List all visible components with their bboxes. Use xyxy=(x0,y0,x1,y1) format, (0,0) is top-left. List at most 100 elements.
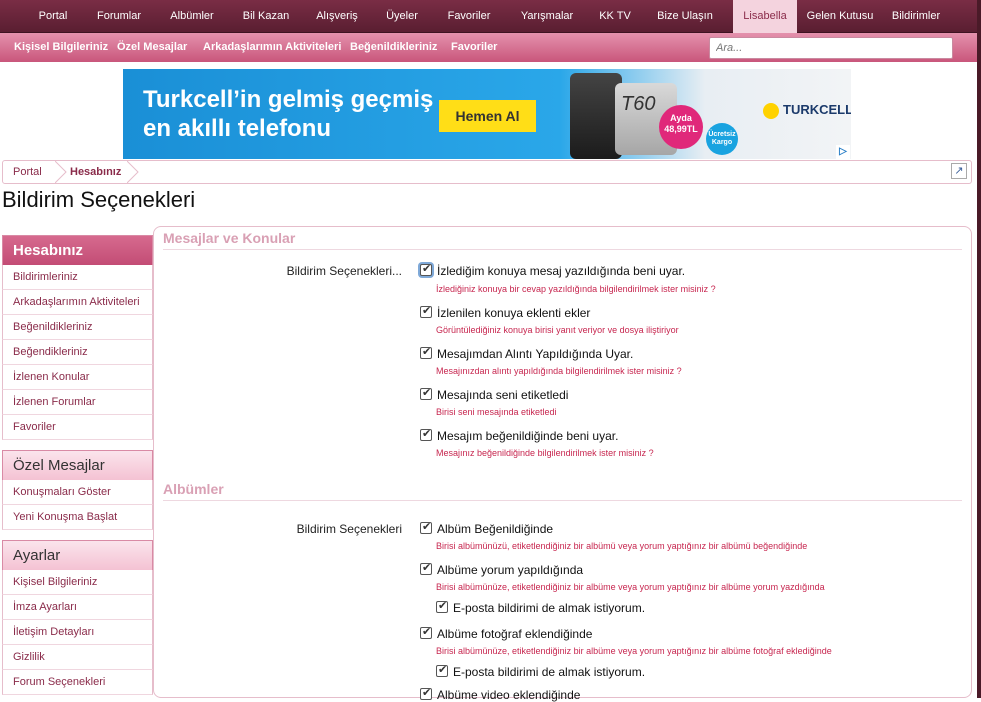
sidebar-item-izlenen-konular[interactable]: İzlenen Konular xyxy=(2,365,153,390)
checkbox[interactable] xyxy=(420,520,432,534)
turkcell-logo-icon xyxy=(763,103,779,119)
sidebar-item-gizlilik[interactable]: Gizlilik xyxy=(2,645,153,670)
breadcrumb-portal[interactable]: Portal xyxy=(13,161,42,183)
ad-model-name: T60 xyxy=(621,93,656,115)
ad-price-line-1: Ayda xyxy=(670,113,692,123)
nav-item-portal[interactable]: Portal xyxy=(27,0,79,33)
option-eposta-yorum[interactable]: E-posta bildirimi de almak istiyorum. xyxy=(436,599,645,615)
option-album-video[interactable]: Albüme video eklendiğinde xyxy=(420,686,581,702)
page-title: Bildirim Seçenekleri xyxy=(2,187,196,212)
option-hint: Birisi albümünüze, etiketlendiğiniz bir … xyxy=(436,646,832,656)
ad-headline-line-1: Turkcell’in gelmiş geçmiş xyxy=(143,86,434,113)
checkbox[interactable] xyxy=(436,599,448,613)
nav-item-kk-tv[interactable]: KK TV xyxy=(591,0,639,33)
section-title-mesajlar: Mesajlar ve Konular xyxy=(163,230,296,246)
ad-buy-button[interactable]: Hemen Al xyxy=(439,100,536,132)
checkbox[interactable] xyxy=(420,262,432,276)
ad-price-line-2: 48,99TL xyxy=(664,124,698,134)
ad-brand-name: TURKCELL xyxy=(783,102,851,117)
option-album-yorum[interactable]: Albüme yorum yapıldığında xyxy=(420,561,583,577)
sidebar-heading-ozel-mesajlar: Özel Mesajlar xyxy=(2,450,153,480)
option-label: İzlediğim konuya mesaj yazıldığında beni… xyxy=(437,264,686,278)
subnav-item-favoriler[interactable]: Favoriler xyxy=(451,33,497,62)
option-hint: Mesajınız beğenildiğinde bilgilendirilme… xyxy=(436,448,654,458)
page: Portal Forumlar Albümler Bil Kazan Alışv… xyxy=(0,0,977,702)
option-alinti[interactable]: Mesajımdan Alıntı Yapıldığında Uyar. xyxy=(420,345,633,361)
option-eposta-fotograf[interactable]: E-posta bildirimi de almak istiyorum. xyxy=(436,663,646,679)
ad-banner[interactable]: Turkcell’in gelmiş geçmiş en akıllı tele… xyxy=(123,69,851,159)
checkbox[interactable] xyxy=(436,663,448,677)
checkbox[interactable] xyxy=(420,427,432,441)
sidebar-item-iletisim-detaylari[interactable]: İletişim Detayları xyxy=(2,620,153,645)
option-hint: Mesajınızdan alıntı yapıldığında bilgile… xyxy=(436,366,682,376)
nav-item-forumlar[interactable]: Forumlar xyxy=(89,0,149,33)
popout-icon[interactable]: ↗ xyxy=(951,163,967,179)
ad-price-badge: Ayda 48,99TL xyxy=(659,105,703,149)
breadcrumb-hesabiniz[interactable]: Hesabınız xyxy=(70,161,121,183)
subnav-item-begenildikleriniz[interactable]: Beğenildikleriniz xyxy=(350,33,437,62)
preferences-form: Mesajlar ve Konular Bildirim Seçenekleri… xyxy=(153,226,972,702)
section-divider xyxy=(163,500,962,501)
nav-item-gelen-kutusu[interactable]: Gelen Kutusu xyxy=(803,0,877,33)
checkbox[interactable] xyxy=(420,345,432,359)
option-label: Mesajım beğenildiğinde beni uyar. xyxy=(437,429,619,443)
sidebar-item-imza-ayarlari[interactable]: İmza Ayarları xyxy=(2,595,153,620)
nav-item-yarismalar[interactable]: Yarışmalar xyxy=(509,0,585,33)
nav-item-favoriler[interactable]: Favoriler xyxy=(439,0,499,33)
option-label: E-posta bildirimi de almak istiyorum. xyxy=(453,665,646,679)
checkbox[interactable] xyxy=(420,386,432,400)
option-hint: İzlediğiniz konuya bir cevap yazıldığınd… xyxy=(436,284,716,294)
nav-item-alisveris[interactable]: Alışveriş xyxy=(307,0,367,33)
top-navigation: Portal Forumlar Albümler Bil Kazan Alışv… xyxy=(0,0,977,33)
subnav-item-arkadas-aktiviteleri[interactable]: Arkadaşlarımın Aktiviteleri xyxy=(203,33,341,62)
search-input[interactable] xyxy=(709,37,953,59)
nav-item-bildirimler[interactable]: Bildirimler xyxy=(885,0,947,33)
checkbox[interactable] xyxy=(420,561,432,575)
checkbox[interactable] xyxy=(420,625,432,639)
option-izledigim-konu[interactable]: İzlediğim konuya mesaj yazıldığında beni… xyxy=(420,262,686,278)
sidebar-item-konusmalari-goster[interactable]: Konuşmaları Göster xyxy=(2,480,153,505)
sidebar-item-bildirimleriniz[interactable]: Bildirimleriniz xyxy=(2,265,153,290)
option-label: Albüm Beğenildiğinde xyxy=(437,522,554,536)
option-album-begeni[interactable]: Albüm Beğenildiğinde xyxy=(420,520,554,536)
option-label: Albüme fotoğraf eklendiğinde xyxy=(437,627,593,641)
option-label: Mesajında seni etiketledi xyxy=(437,388,569,402)
row-label-mesajlar: Bildirim Seçenekleri... xyxy=(286,264,402,278)
subnav-item-kisisel-bilgiler[interactable]: Kişisel Bilgileriniz xyxy=(14,33,108,62)
nav-item-albumler[interactable]: Albümler xyxy=(161,0,223,33)
option-label: Albüme video eklendiğinde xyxy=(437,688,581,702)
sidebar-item-kisisel-bilgiler[interactable]: Kişisel Bilgileriniz xyxy=(2,570,153,595)
sidebar-heading-ayarlar: Ayarlar xyxy=(2,540,153,570)
ad-cargo-badge: Ücretsiz Kargo xyxy=(706,123,738,155)
option-begeni[interactable]: Mesajım beğenildiğinde beni uyar. xyxy=(420,427,619,443)
subnav-item-ozel-mesajlar[interactable]: Özel Mesajlar xyxy=(117,33,187,62)
section-title-albumler: Albümler xyxy=(163,481,224,497)
option-hint: Birisi albümünüzü, etiketlendiğiniz bir … xyxy=(436,541,808,551)
sidebar-item-begendikleriniz[interactable]: Beğendikleriniz xyxy=(2,340,153,365)
ad-headline-line-2: en akıllı telefonu xyxy=(143,115,332,142)
nav-item-bil-kazan[interactable]: Bil Kazan xyxy=(235,0,297,33)
ad-cargo-line-1: Ücretsiz xyxy=(708,131,736,138)
sidebar-item-yeni-konusma[interactable]: Yeni Konuşma Başlat xyxy=(2,505,153,530)
ad-headline: Turkcell’in gelmiş geçmiş en akıllı tele… xyxy=(143,85,433,143)
option-hint: Görüntülediğiniz konuya birisi yanıt ver… xyxy=(436,325,679,335)
sidebar-item-arkadas-aktiviteleri[interactable]: Arkadaşlarımın Aktiviteleri xyxy=(2,290,153,315)
sidebar-item-forum-secenekleri[interactable]: Forum Seçenekleri xyxy=(2,670,153,695)
option-album-fotograf[interactable]: Albüme fotoğraf eklendiğinde xyxy=(420,625,593,641)
sidebar-item-favoriler[interactable]: Favoriler xyxy=(2,415,153,440)
window-edge xyxy=(977,0,981,698)
checkbox[interactable] xyxy=(420,304,432,318)
sidebar-item-izlenen-forumlar[interactable]: İzlenen Forumlar xyxy=(2,390,153,415)
nav-item-uyeler[interactable]: Üyeler xyxy=(375,0,429,33)
option-etiket[interactable]: Mesajında seni etiketledi xyxy=(420,386,569,402)
checkbox[interactable] xyxy=(420,686,432,700)
nav-item-bize-ulasin[interactable]: Bize Ulaşın xyxy=(649,0,721,33)
breadcrumb-separator-icon xyxy=(55,161,67,183)
sidebar: Hesabınız Bildirimleriniz Arkadaşlarımın… xyxy=(2,235,153,695)
sidebar-item-begenildikleriniz[interactable]: Beğenildikleriniz xyxy=(2,315,153,340)
nav-item-lisabella[interactable]: Lisabella xyxy=(733,0,797,33)
ad-choices-icon[interactable]: ▷ xyxy=(836,145,850,159)
option-eklenti[interactable]: İzlenilen konuya eklenti ekler xyxy=(420,304,590,320)
